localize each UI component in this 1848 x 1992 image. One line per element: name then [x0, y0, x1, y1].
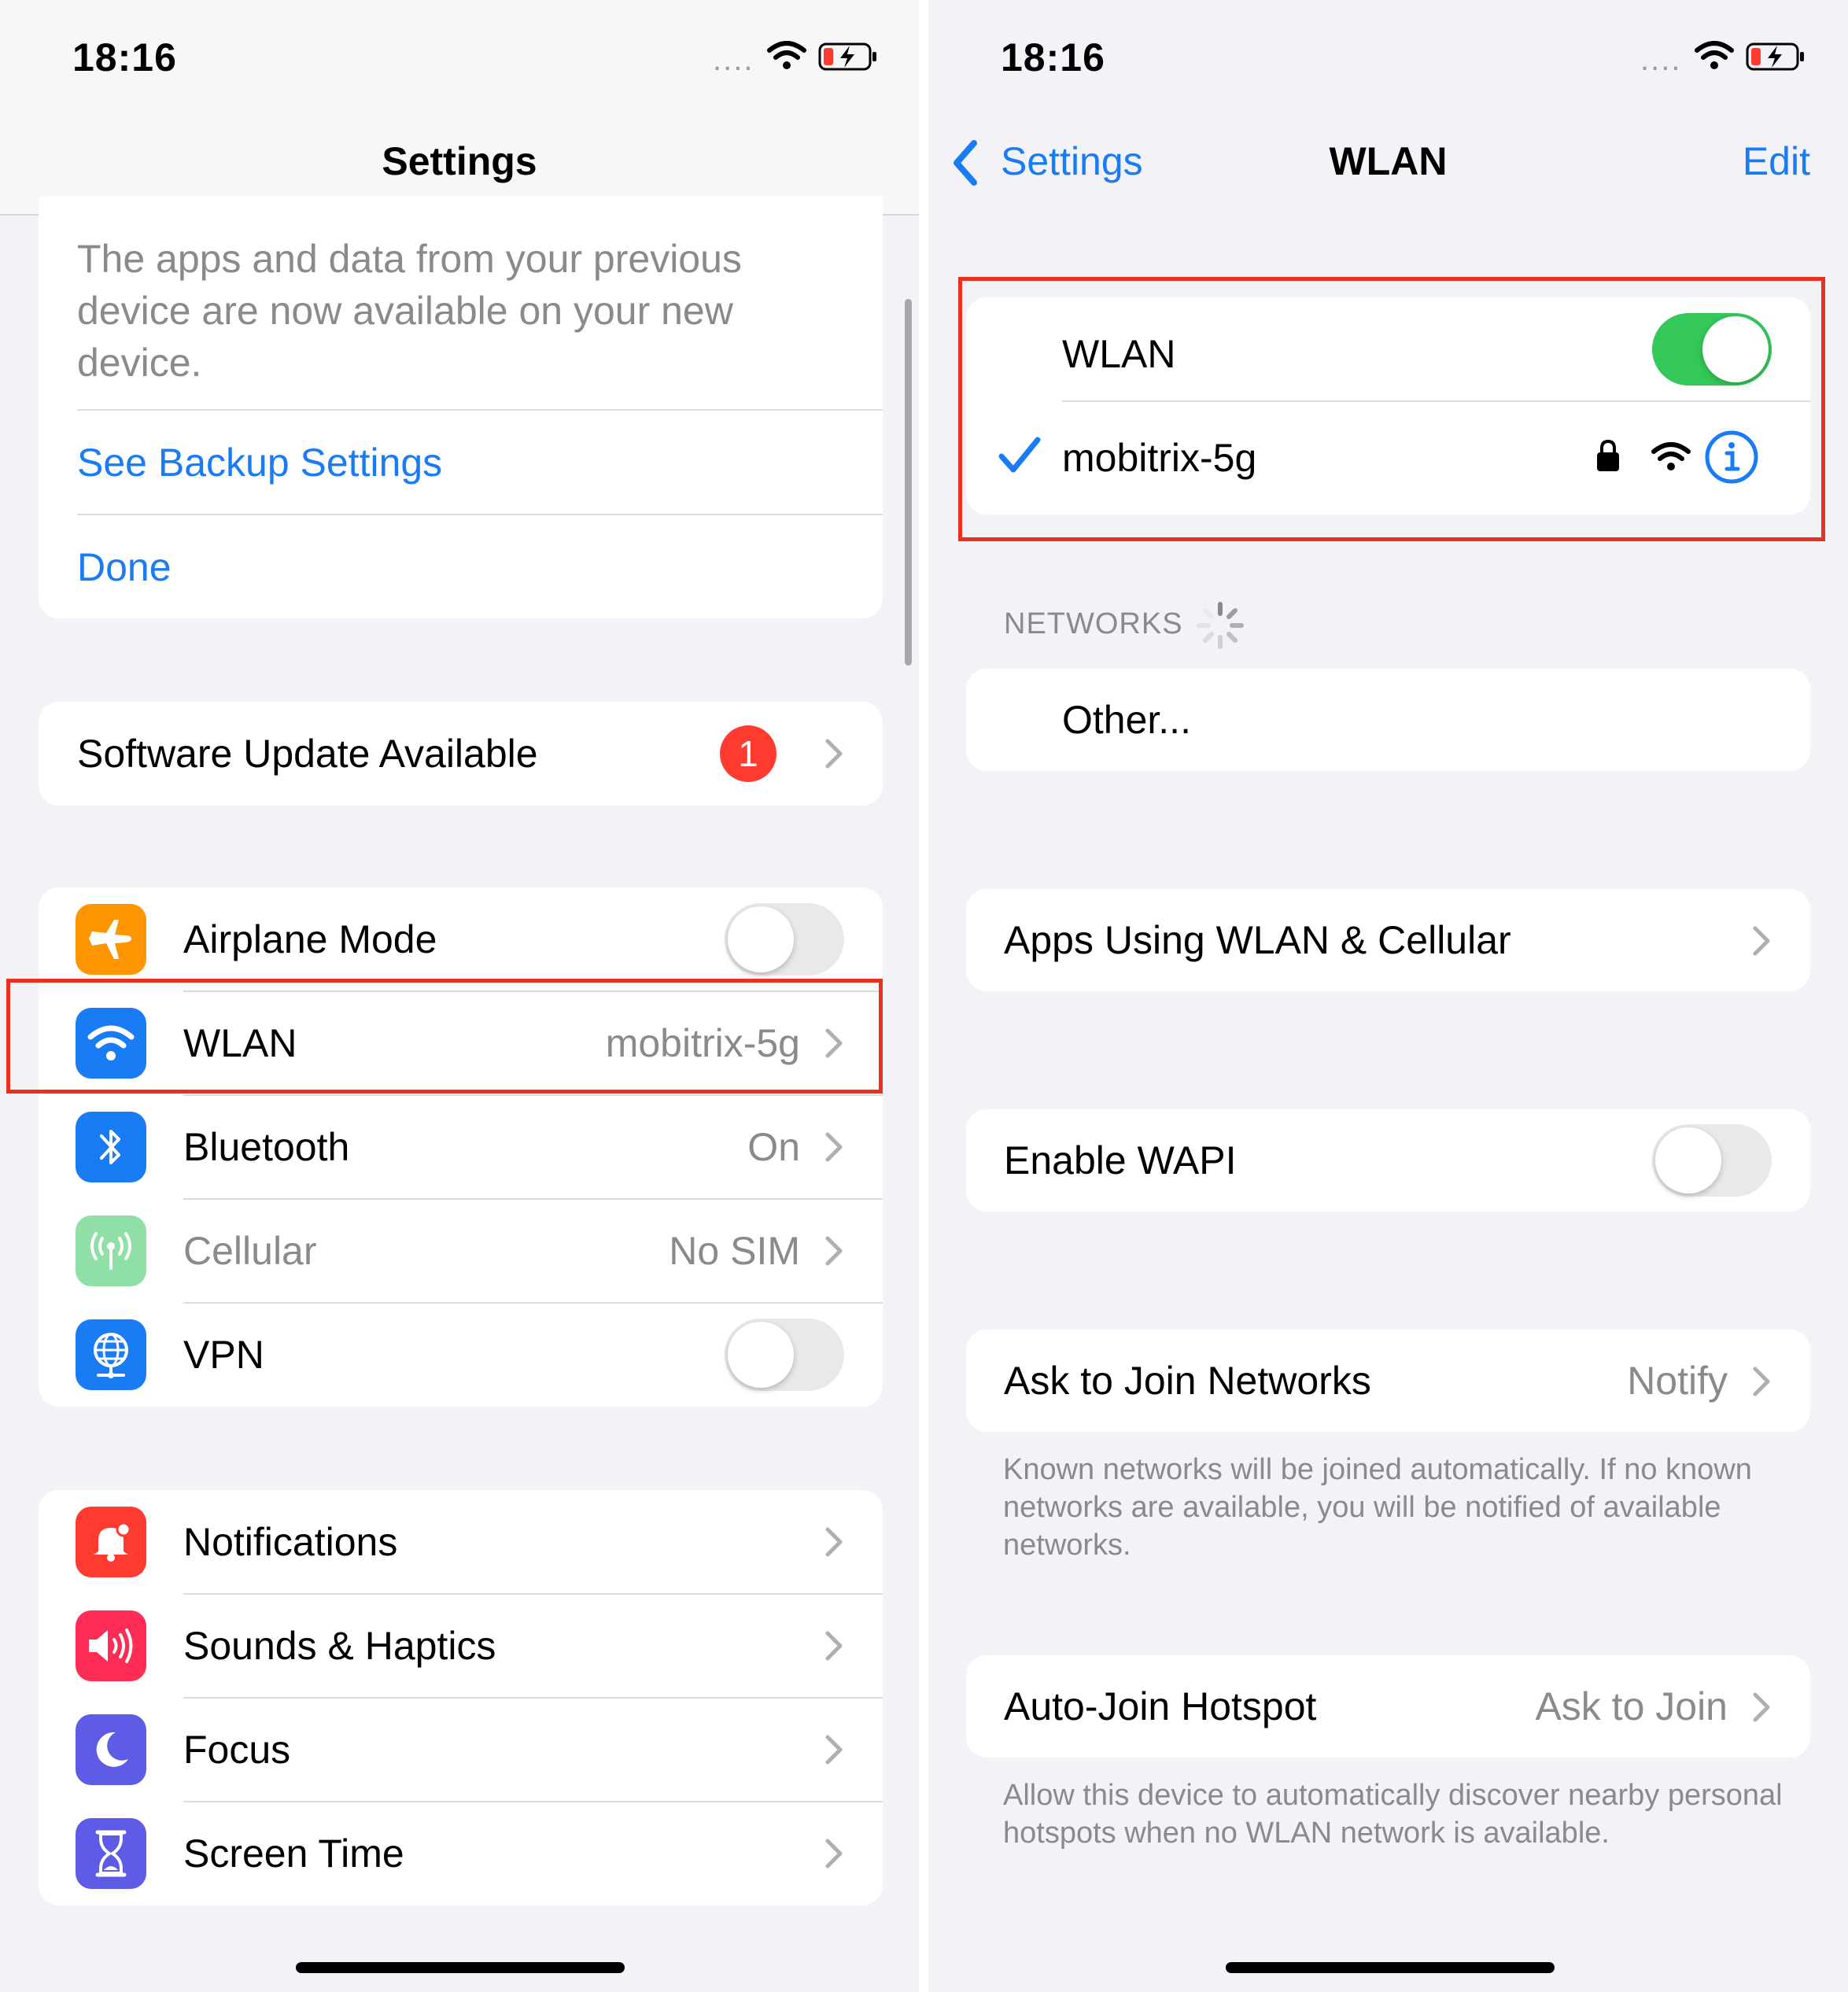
ask-to-join-label: Ask to Join Networks	[1004, 1359, 1371, 1403]
chevron-right-icon	[1753, 1692, 1770, 1722]
wifi-status-icon	[767, 41, 806, 69]
home-indicator[interactable]	[296, 1962, 625, 1973]
bluetooth-value: On	[747, 1125, 800, 1169]
wlan-highlight-box	[958, 277, 1825, 541]
focus-row[interactable]: Focus	[39, 1698, 883, 1802]
see-backup-settings-link[interactable]: See Backup Settings	[39, 411, 883, 515]
edit-button[interactable]: Edit	[1743, 138, 1810, 184]
general-group: Notifications Sounds & Haptics Focus Scr…	[39, 1490, 883, 1905]
chevron-right-icon	[1753, 1367, 1770, 1396]
notifications-label: Notifications	[183, 1520, 398, 1564]
notifications-row[interactable]: Notifications	[39, 1490, 883, 1594]
done-button[interactable]: Done	[39, 515, 883, 618]
speaker-icon	[76, 1610, 146, 1681]
sounds-haptics-label: Sounds & Haptics	[183, 1624, 496, 1668]
other-network-row[interactable]: Other...	[966, 669, 1810, 771]
connectivity-group: Airplane Mode WLAN mobitrix-5g Bluetooth…	[39, 887, 883, 1407]
vpn-label: VPN	[183, 1333, 264, 1377]
screen-time-row[interactable]: Screen Time	[39, 1802, 883, 1905]
bluetooth-row[interactable]: Bluetooth On	[39, 1095, 883, 1199]
airplane-mode-row: Airplane Mode	[39, 887, 883, 991]
chevron-right-icon	[825, 1236, 843, 1266]
software-update-row[interactable]: Software Update Available 1	[39, 702, 883, 806]
ask-to-join-row[interactable]: Ask to Join Networks Notify	[966, 1330, 1810, 1432]
chevron-right-icon	[825, 1735, 843, 1765]
signal-dots-icon: ....	[1640, 42, 1682, 77]
airplane-mode-label: Airplane Mode	[183, 917, 437, 961]
chevron-right-icon	[825, 1839, 843, 1868]
vpn-row: VPN	[39, 1303, 883, 1407]
enable-wapi-toggle[interactable]	[1652, 1124, 1772, 1197]
status-time: 18:16	[72, 35, 177, 79]
chevron-right-icon	[825, 1631, 843, 1661]
wifi-status-icon	[1695, 41, 1734, 69]
auto-join-hotspot-footer: Allow this device to automatically disco…	[1003, 1779, 1783, 1850]
battery-charging-icon	[818, 42, 876, 71]
settings-screen: 18:16 .... Settings The apps and data fr…	[0, 0, 919, 1992]
hourglass-icon	[76, 1818, 146, 1889]
auto-join-hotspot-value: Ask to Join	[1535, 1684, 1728, 1728]
other-network-label: Other...	[1062, 698, 1191, 742]
cellular-label: Cellular	[183, 1229, 317, 1273]
auto-join-hotspot-label: Auto-Join Hotspot	[1004, 1684, 1317, 1728]
sounds-haptics-row[interactable]: Sounds & Haptics	[39, 1594, 883, 1698]
home-indicator[interactable]	[1226, 1962, 1555, 1973]
panel-divider	[919, 0, 928, 1992]
cellular-row[interactable]: Cellular No SIM	[39, 1199, 883, 1303]
backup-message: The apps and data from your previous dev…	[77, 237, 742, 385]
airplane-icon	[76, 904, 146, 975]
status-time: 18:16	[1001, 35, 1105, 79]
bluetooth-icon	[76, 1112, 146, 1182]
screen-time-label: Screen Time	[183, 1832, 404, 1876]
globe-network-icon	[76, 1319, 146, 1390]
apps-using-wlan-row[interactable]: Apps Using WLAN & Cellular	[966, 889, 1810, 991]
status-bar: 18:16 ....	[928, 0, 1848, 110]
moon-icon	[76, 1714, 146, 1785]
focus-label: Focus	[183, 1728, 291, 1772]
cellular-antenna-icon	[76, 1215, 146, 1286]
ask-to-join-footer: Known networks will be joined automatica…	[1003, 1453, 1752, 1562]
scrollbar[interactable]	[905, 299, 912, 666]
chevron-right-icon	[825, 1132, 843, 1162]
page-title: WLAN	[1329, 139, 1448, 183]
chevron-right-icon	[1753, 926, 1770, 956]
wlan-highlight-box	[6, 979, 883, 1094]
enable-wapi-row: Enable WAPI	[966, 1109, 1810, 1212]
wlan-screen: 18:16 .... Settings WLAN Edit WLAN mobit…	[928, 0, 1848, 1992]
airplane-mode-toggle[interactable]	[725, 903, 844, 976]
signal-dots-icon: ....	[713, 42, 754, 77]
cellular-value: No SIM	[669, 1229, 800, 1273]
bell-icon	[76, 1507, 146, 1577]
status-bar: 18:16 ....	[0, 0, 919, 110]
networks-header: NETWORKS	[1004, 607, 1183, 640]
loading-spinner-icon	[1197, 602, 1244, 649]
apps-using-wlan-label: Apps Using WLAN & Cellular	[1004, 918, 1511, 962]
vpn-toggle[interactable]	[725, 1319, 844, 1391]
chevron-right-icon	[825, 739, 843, 769]
software-update-label: Software Update Available	[77, 732, 538, 776]
chevron-right-icon	[825, 1527, 843, 1557]
bluetooth-label: Bluetooth	[183, 1125, 350, 1169]
auto-join-hotspot-row[interactable]: Auto-Join Hotspot Ask to Join	[966, 1655, 1810, 1758]
battery-charging-icon	[1746, 42, 1804, 71]
update-badge: 1	[720, 725, 776, 782]
enable-wapi-label: Enable WAPI	[1004, 1138, 1237, 1182]
backup-card: The apps and data from your previous dev…	[39, 197, 883, 618]
page-title: Settings	[382, 139, 537, 183]
ask-to-join-value: Notify	[1627, 1359, 1728, 1403]
